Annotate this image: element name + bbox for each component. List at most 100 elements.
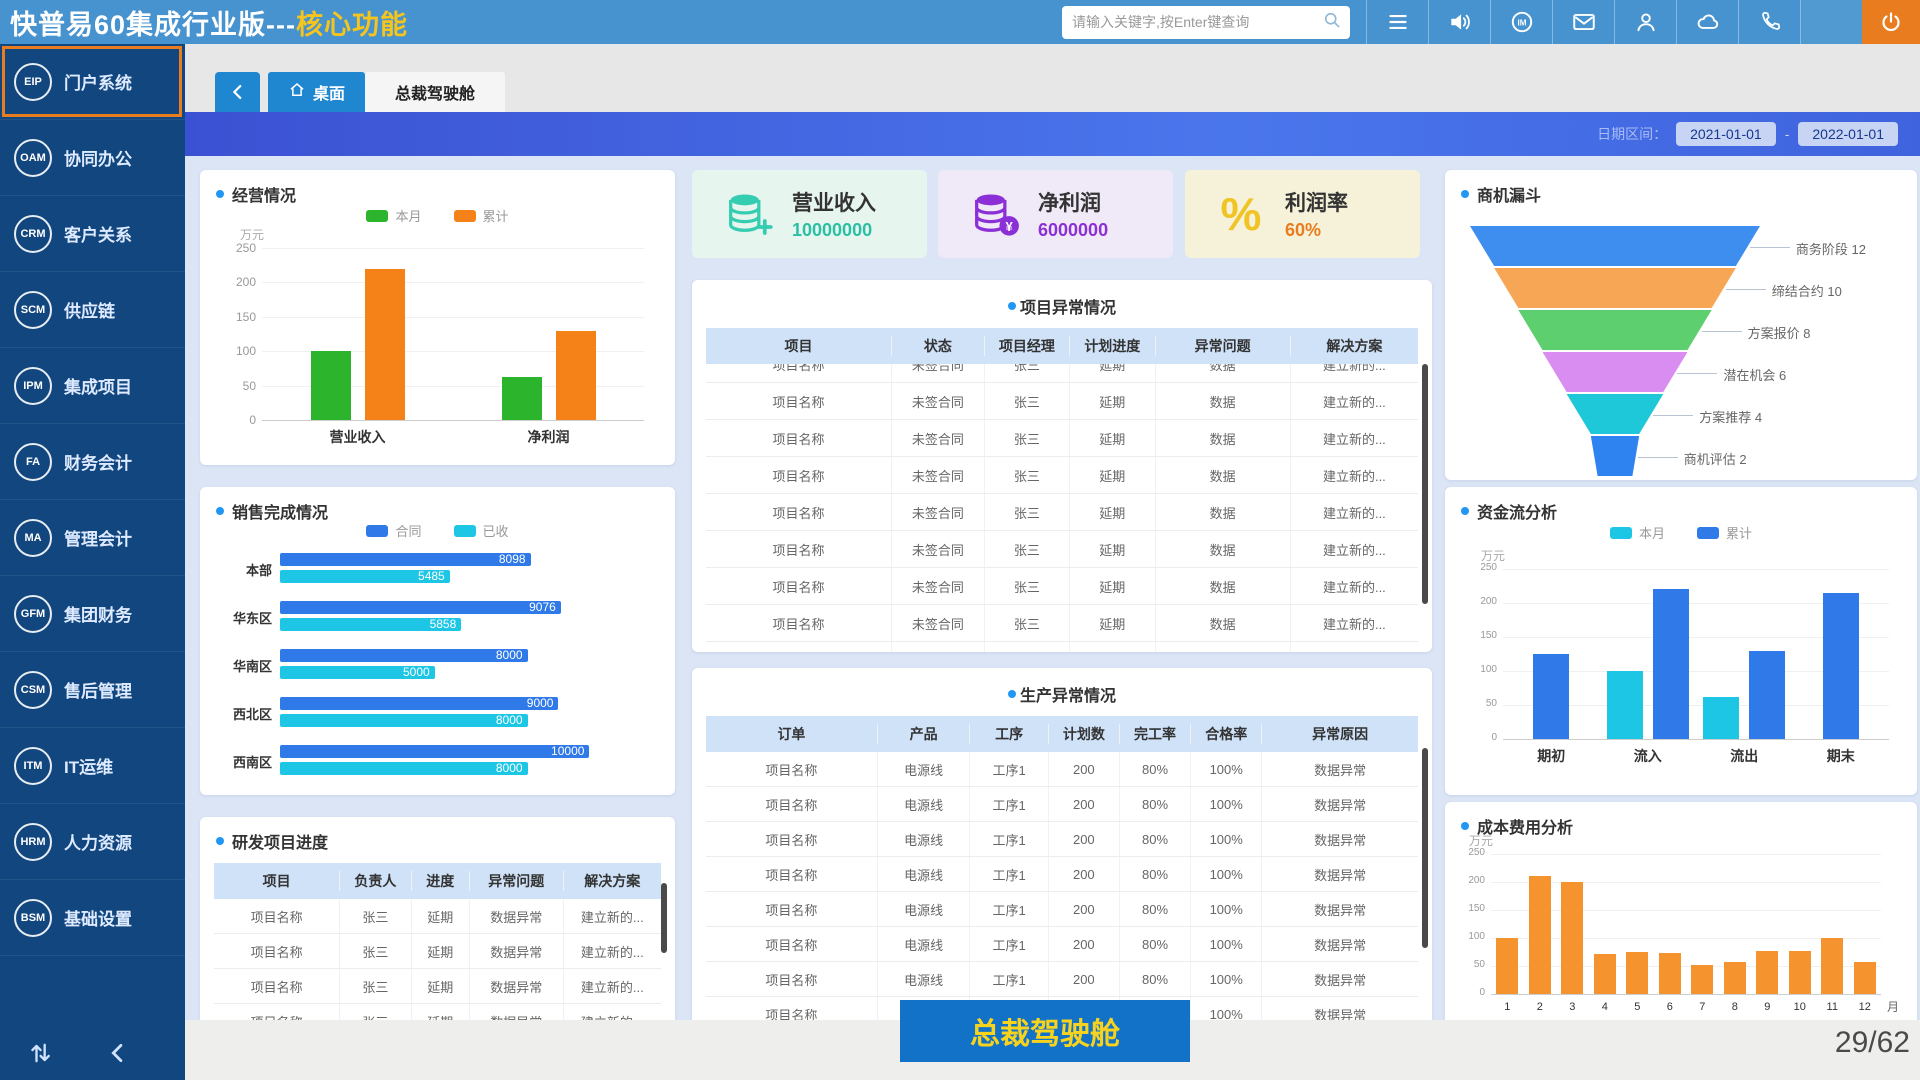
sidebar-item-scm[interactable]: SCM供应链	[0, 272, 185, 348]
sidebar-item-bsm[interactable]: BSM基础设置	[0, 880, 185, 956]
bar	[1756, 951, 1778, 994]
kpi-revenue: 营业收入 10000000	[692, 170, 927, 258]
sidebar-item-hrm[interactable]: HRM人力资源	[0, 804, 185, 880]
bar	[1626, 952, 1648, 994]
bullet-icon	[1008, 690, 1016, 698]
table-row[interactable]: 项目名称未签合同张三延期数据建立新的...	[706, 531, 1418, 568]
table-row[interactable]: 项目名称未签合同张三延期数据建立新的...	[706, 420, 1418, 457]
tab-cockpit[interactable]: 总裁驾驶舱	[365, 72, 505, 112]
bar	[1703, 697, 1739, 739]
cell: 建立新的...	[563, 899, 661, 933]
sidebar-item-itm[interactable]: ITMIT运维	[0, 728, 185, 804]
bullet-icon	[1461, 822, 1469, 830]
table-row[interactable]: 项目名称未签合同张三延期数据建立新的...	[706, 457, 1418, 494]
percent-icon: %	[1215, 190, 1267, 238]
table-row[interactable]: 项目名称张三延期数据异常建立新的...	[214, 934, 661, 969]
tab-desktop[interactable]: 桌面	[268, 72, 365, 112]
cell: 建立新的...	[563, 969, 661, 1003]
bar-value-label: 9076	[529, 601, 556, 614]
bar-value-label: 10000	[551, 745, 584, 758]
cell: 数据异常	[1261, 857, 1418, 891]
back-arrow-button[interactable]	[215, 72, 260, 112]
mail-icon[interactable]	[1552, 0, 1614, 44]
cell: 数据	[1155, 494, 1290, 530]
table-row[interactable]: 项目名称电源线工序120080%100%数据异常	[706, 787, 1418, 822]
table-row[interactable]: 项目名称电源线工序120080%100%数据异常	[706, 927, 1418, 962]
sidebar-item-ma[interactable]: MA管理会计	[0, 500, 185, 576]
bar-value-label: 9000	[527, 697, 554, 710]
cell: 项目名称	[214, 899, 339, 933]
table-row[interactable]: 项目名称张三延期数据异常建立新的...	[214, 969, 661, 1004]
table-row[interactable]: 项目名称未签合同张三延期数据建立新的...	[706, 642, 1418, 652]
panel-production-exceptions: 生产异常情况 订单产品工序计划数完工率合格率异常原因项目名称电源线工序12008…	[692, 668, 1432, 1020]
table-row[interactable]: 项目名称电源线工序120080%100%数据异常	[706, 892, 1418, 927]
gridline	[262, 420, 644, 421]
chart-plot: 050100150200250期初流入流出期末	[1503, 569, 1889, 739]
scrollbar-thumb[interactable]	[1422, 364, 1428, 604]
date-start-input[interactable]: 2021-01-01	[1676, 122, 1776, 146]
cell: 张三	[984, 420, 1069, 456]
funnel-stage-label: 商机评估 2	[1684, 449, 1747, 468]
cell: 数据	[1155, 531, 1290, 567]
search-icon[interactable]	[1322, 10, 1342, 35]
sidebar-item-ipm[interactable]: IPM 集成项目	[0, 348, 185, 424]
sidebar-item-label: 协同办公	[64, 145, 132, 170]
funnel-stage-label: 潜在机会 6	[1723, 365, 1786, 384]
legend-label: 已收	[483, 521, 509, 540]
sidebar-item-label: 集成项目	[64, 373, 132, 398]
scrollbar-thumb[interactable]	[1422, 748, 1428, 948]
table-body: 项目名称张三延期数据异常建立新的...项目名称张三延期数据异常建立新的...项目…	[214, 899, 661, 1020]
table-row[interactable]: 项目名称电源线工序120080%100%数据异常	[706, 822, 1418, 857]
cell: 数据异常	[469, 899, 563, 933]
cell: 延期	[1069, 642, 1154, 652]
table-row[interactable]: 项目名称电源线工序120080%100%数据异常	[706, 857, 1418, 892]
sidebar-item-label: 供应链	[64, 297, 115, 322]
panel-business-overview: 经营情况 本月累计万元050100150200250营业收入净利润	[200, 170, 675, 465]
sidebar-item-gfm[interactable]: GFM集团财务	[0, 576, 185, 652]
list-icon[interactable]	[1366, 0, 1428, 44]
header-cell: 异常原因	[1261, 724, 1418, 744]
x-category-label: 流出	[1696, 746, 1793, 766]
sidebar-footer	[0, 1039, 160, 1072]
sidebar-item-oam[interactable]: OAM协同办公	[0, 120, 185, 196]
table-row[interactable]: 项目名称未签合同张三延期数据建立新的...	[706, 568, 1418, 605]
y-tick-label: 250	[1465, 562, 1497, 573]
cell: 延期	[1069, 494, 1154, 530]
table-row[interactable]: 项目名称未签合同张三延期数据建立新的...	[706, 383, 1418, 420]
cell: 项目名称	[214, 934, 339, 968]
im-icon[interactable]: IM	[1490, 0, 1552, 44]
user-icon[interactable]	[1614, 0, 1676, 44]
sidebar-item-label: 基础设置	[64, 905, 132, 930]
table-row[interactable]: 项目名称未签合同张三延期数据建立新的...	[706, 364, 1418, 383]
table-row[interactable]: 项目名称电源线工序120080%100%数据异常	[706, 752, 1418, 787]
cell: 100%	[1190, 787, 1261, 821]
sidebar-item-fa[interactable]: FA财务会计	[0, 424, 185, 500]
module-badge-icon: IPM	[14, 367, 52, 405]
sidebar-item-crm[interactable]: CRM客户关系	[0, 196, 185, 272]
table-row[interactable]: 项目名称电源线工序120080%100%数据异常	[706, 962, 1418, 997]
cell: 数据异常	[1261, 822, 1418, 856]
table-row[interactable]: 项目名称张三延期数据异常建立新的...	[214, 899, 661, 934]
table-row[interactable]: 项目名称张三延期数据异常建立新的...	[214, 1004, 661, 1020]
cloud-icon[interactable]	[1676, 0, 1738, 44]
table-row[interactable]: 项目名称未签合同张三延期数据建立新的...	[706, 605, 1418, 642]
speaker-icon[interactable]	[1428, 0, 1490, 44]
collapse-sidebar-icon[interactable]	[104, 1039, 132, 1072]
swap-vertical-icon[interactable]	[26, 1039, 54, 1072]
phone-icon[interactable]	[1738, 0, 1800, 44]
y-tick-label: 100	[1465, 664, 1497, 675]
power-icon[interactable]	[1862, 0, 1920, 44]
funnel-stage-label: 方案推荐 4	[1699, 407, 1762, 426]
search-input[interactable]	[1070, 13, 1322, 31]
kpi-label: 净利润	[1038, 187, 1108, 217]
sidebar: EIP门户系统OAM协同办公CRM客户关系SCM供应链 IPM 集成项目 FA财务会计…	[0, 44, 185, 1080]
sidebar-item-eip[interactable]: EIP门户系统	[0, 44, 185, 120]
bar	[1496, 938, 1518, 994]
cell: 工序1	[969, 927, 1047, 961]
kpi-text: 净利润 6000000	[1038, 187, 1108, 241]
scrollbar-thumb[interactable]	[661, 883, 667, 953]
table-row[interactable]: 项目名称未签合同张三延期数据建立新的...	[706, 494, 1418, 531]
sidebar-item-csm[interactable]: CSM售后管理	[0, 652, 185, 728]
date-end-input[interactable]: 2022-01-01	[1798, 122, 1898, 146]
business-overview-chart: 本月累计万元050100150200250营业收入净利润	[200, 200, 675, 465]
